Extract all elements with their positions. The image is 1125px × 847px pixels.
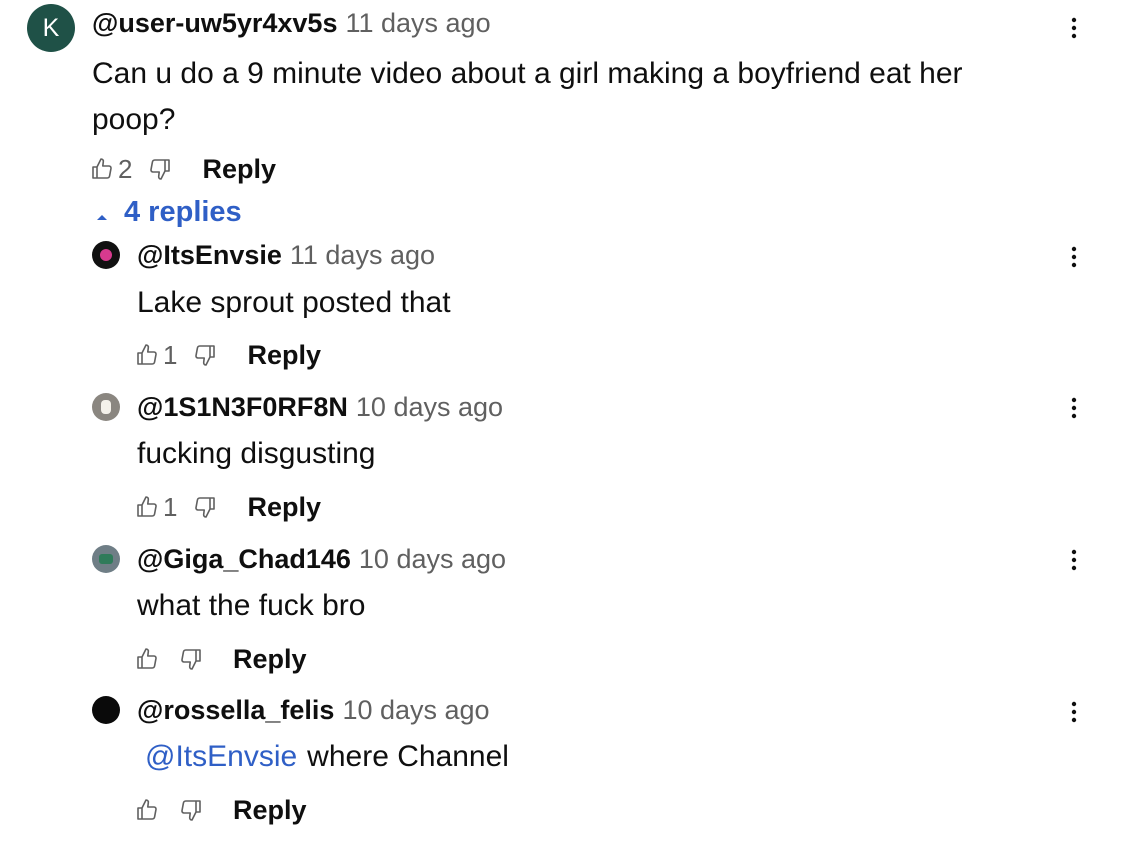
replies-toggle[interactable]: 4 replies: [96, 196, 242, 229]
like-icon[interactable]: [135, 495, 159, 519]
author-handle[interactable]: @rossella_felis: [137, 695, 334, 726]
reply-button[interactable]: Reply: [247, 492, 321, 523]
like-count: 1: [163, 491, 178, 522]
comment-text: @ItsEnvsie where Channel: [137, 734, 509, 780]
comment-actions: 2 Reply: [90, 151, 276, 187]
reply-button[interactable]: Reply: [233, 644, 307, 675]
author-handle[interactable]: @1S1N3F0RF8N: [137, 392, 348, 423]
comment-text-content: where Channel: [307, 740, 509, 773]
comment-actions: 1 Reply: [135, 489, 321, 525]
like-count: 1: [163, 339, 178, 370]
like-icon[interactable]: [135, 798, 159, 822]
like-icon[interactable]: [135, 343, 159, 367]
avatar[interactable]: [92, 545, 120, 573]
comment-actions: 1 Reply: [135, 337, 321, 373]
dislike-icon[interactable]: [179, 647, 203, 671]
comment-header: @Giga_Chad146 10 days ago: [137, 544, 506, 575]
comment-header: @ItsEnvsie 11 days ago: [137, 240, 435, 271]
comment-text: what the fuck bro: [137, 589, 366, 622]
comment-header: @1S1N3F0RF8N 10 days ago: [137, 392, 503, 423]
comment-text-line: poop?: [92, 103, 176, 136]
more-icon[interactable]: [1064, 13, 1084, 43]
timestamp[interactable]: 11 days ago: [345, 8, 490, 39]
dislike-icon[interactable]: [193, 343, 217, 367]
author-handle[interactable]: @ItsEnvsie: [137, 240, 282, 271]
more-icon[interactable]: [1064, 393, 1084, 423]
dislike-icon[interactable]: [179, 798, 203, 822]
comment-actions: Reply: [135, 792, 307, 828]
like-count: 2: [118, 153, 133, 184]
timestamp[interactable]: 11 days ago: [290, 240, 435, 271]
avatar-letter: K: [42, 13, 60, 42]
dislike-icon[interactable]: [148, 157, 172, 181]
author-handle[interactable]: @Giga_Chad146: [137, 544, 351, 575]
comment-text: fucking disgusting: [137, 437, 376, 470]
more-icon[interactable]: [1064, 242, 1084, 272]
like-icon[interactable]: [135, 647, 159, 671]
avatar[interactable]: [92, 393, 120, 421]
comment-actions: Reply: [135, 641, 307, 677]
avatar[interactable]: K: [27, 4, 75, 52]
reply-button[interactable]: Reply: [247, 340, 321, 371]
caret-up-icon: [96, 196, 108, 229]
timestamp[interactable]: 10 days ago: [359, 544, 506, 575]
like-icon[interactable]: [90, 157, 114, 181]
reply-button[interactable]: Reply: [202, 154, 276, 185]
timestamp[interactable]: 10 days ago: [356, 392, 503, 423]
comment-header: @user-uw5yr4xv5s 11 days ago: [92, 8, 491, 39]
comment-text-line: Can u do a 9 minute video about a girl m…: [92, 57, 963, 90]
comment-text: Can u do a 9 minute video about a girl m…: [92, 51, 963, 143]
mention-link[interactable]: @ItsEnvsie: [137, 740, 297, 773]
author-handle[interactable]: @user-uw5yr4xv5s: [92, 8, 337, 39]
replies-count: 4 replies: [124, 196, 242, 228]
avatar[interactable]: [92, 696, 120, 724]
reply-button[interactable]: Reply: [233, 795, 307, 826]
comment-header: @rossella_felis 10 days ago: [137, 695, 490, 726]
more-icon[interactable]: [1064, 545, 1084, 575]
avatar[interactable]: [92, 241, 120, 269]
more-icon[interactable]: [1064, 697, 1084, 727]
dislike-icon[interactable]: [193, 495, 217, 519]
timestamp[interactable]: 10 days ago: [342, 695, 489, 726]
comment-text: Lake sprout posted that: [137, 286, 451, 319]
